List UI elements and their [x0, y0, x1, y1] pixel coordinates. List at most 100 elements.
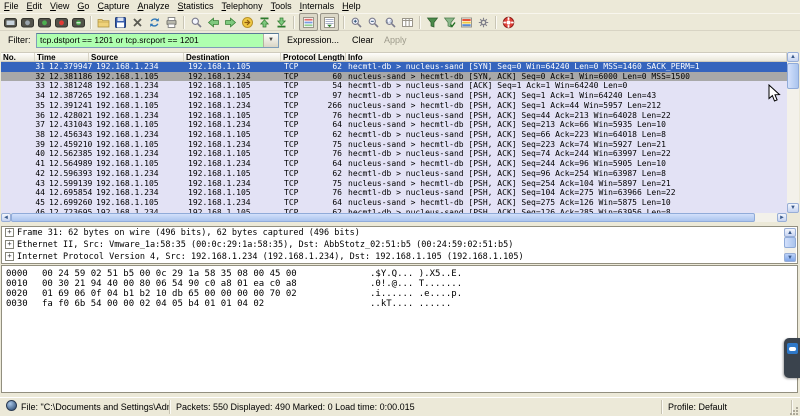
menu-telephony[interactable]: Telephony [218, 0, 267, 13]
capture-restart-icon[interactable] [71, 15, 86, 30]
scroll-left-icon[interactable]: ◄ [1, 213, 11, 222]
go-back-icon[interactable] [206, 15, 221, 30]
packet-details-pane[interactable]: +Frame 31: 62 bytes on wire (496 bits), … [1, 226, 798, 264]
filter-input[interactable]: tcp.dstport == 1201 or tcp.srcport == 12… [40, 35, 199, 45]
packet-row[interactable]: 4312.599139192.168.1.105192.168.1.234TCP… [1, 179, 787, 189]
go-top-icon[interactable] [257, 15, 272, 30]
packet-row[interactable]: 4112.564989192.168.1.105192.168.1.234TCP… [1, 159, 787, 169]
apply-button[interactable]: Apply [384, 35, 407, 45]
column-header-protocol[interactable]: Protocol [281, 53, 316, 61]
packet-list[interactable]: 3112.379947192.168.1.234192.168.1.105TCP… [1, 62, 787, 213]
go-forward-icon[interactable] [223, 15, 238, 30]
help-icon[interactable] [501, 15, 516, 30]
autoscroll-toggle-icon[interactable] [320, 13, 339, 31]
vertical-scroll-thumb[interactable] [787, 63, 799, 89]
column-header-time[interactable]: Time [35, 53, 89, 61]
packet-row[interactable]: 3612.428021192.168.1.234192.168.1.105TCP… [1, 111, 787, 121]
detail-line[interactable]: +Frame 31: 62 bytes on wire (496 bits), … [2, 227, 797, 239]
column-header-source[interactable]: Source [89, 53, 184, 61]
expander-plus-icon[interactable]: + [5, 252, 14, 261]
packet-list-vertical-scrollbar[interactable]: ▲ ▼ [787, 52, 799, 213]
menu-internals[interactable]: Internals [296, 0, 339, 13]
packet-row[interactable]: 3712.431043192.168.1.105192.168.1.234TCP… [1, 120, 787, 130]
packet-row[interactable]: 3212.381186192.168.1.105192.168.1.234TCP… [1, 72, 787, 82]
file-open-icon[interactable] [96, 15, 111, 30]
find-icon[interactable] [189, 15, 204, 30]
go-to-packet-icon[interactable] [240, 15, 255, 30]
display-filters-icon[interactable] [442, 15, 457, 30]
menu-edit[interactable]: Edit [23, 0, 47, 13]
zoom-out-icon[interactable] [366, 15, 381, 30]
menu-statistics[interactable]: Statistics [174, 0, 218, 13]
file-save-icon[interactable] [113, 15, 128, 30]
scroll-up-icon[interactable]: ▲ [784, 228, 796, 237]
detail-line[interactable]: +Internet Protocol Version 4, Src: 192.1… [2, 251, 797, 263]
expert-info-indicator[interactable] [6, 400, 17, 411]
interface-list-icon[interactable] [3, 15, 18, 30]
column-header-length[interactable]: Length [316, 53, 346, 61]
capture-stop-icon[interactable] [54, 15, 69, 30]
cell-time: 12.391241 [49, 101, 92, 111]
colorize-toggle-icon[interactable] [299, 13, 318, 31]
expander-plus-icon[interactable]: + [5, 240, 14, 249]
status-file-section[interactable]: File: "C:\Documents and Settings\Adminis… [2, 400, 170, 414]
menu-go[interactable]: Go [73, 0, 93, 13]
packet-row[interactable]: 3412.387265192.168.1.234192.168.1.105TCP… [1, 91, 787, 101]
packet-row[interactable]: 3812.456343192.168.1.234192.168.1.105TCP… [1, 130, 787, 140]
hex-line[interactable]: 000000 24 59 02 51 b5 00 0c 29 1a 58 35 … [2, 269, 797, 279]
hex-line[interactable]: 001000 30 21 94 40 00 80 06 54 90 c0 a8 … [2, 279, 797, 289]
scroll-down-icon[interactable]: ▼ [787, 203, 799, 213]
reload-icon[interactable] [147, 15, 162, 30]
filter-dropdown-arrow-icon[interactable]: ▼ [263, 34, 278, 47]
clear-button[interactable]: Clear [352, 35, 374, 45]
cell-proto: TCP [284, 130, 298, 140]
menu-help[interactable]: Help [338, 0, 365, 13]
menu-file[interactable]: File [0, 0, 23, 13]
scroll-right-icon[interactable]: ► [777, 213, 787, 222]
hex-offset: 0010 [2, 279, 42, 289]
resize-columns-icon[interactable] [400, 15, 415, 30]
scroll-up-icon[interactable]: ▲ [787, 52, 799, 62]
menu-tools[interactable]: Tools [267, 0, 296, 13]
scroll-down-icon[interactable]: ▼ [784, 253, 796, 262]
resize-grip-icon[interactable] [789, 406, 799, 416]
print-icon[interactable] [164, 15, 179, 30]
menu-analyze[interactable]: Analyze [133, 0, 173, 13]
packet-row[interactable]: 3112.379947192.168.1.234192.168.1.105TCP… [1, 62, 787, 72]
column-header-no[interactable]: No. [1, 53, 35, 61]
teamviewer-side-tab[interactable] [784, 338, 800, 378]
packet-row[interactable]: 4412.695854192.168.1.234192.168.1.105TCP… [1, 188, 787, 198]
details-scroll-thumb[interactable] [784, 237, 796, 248]
hex-line[interactable]: 0030fa f0 6b 54 00 00 02 04 05 b4 01 01 … [2, 299, 797, 309]
expander-plus-icon[interactable]: + [5, 228, 14, 237]
go-bottom-icon[interactable] [274, 15, 289, 30]
filter-combobox[interactable]: tcp.dstport == 1201 or tcp.srcport == 12… [36, 33, 279, 48]
hex-dump-pane[interactable]: 000000 24 59 02 51 b5 00 0c 29 1a 58 35 … [1, 265, 798, 393]
details-vertical-scrollbar[interactable]: ▲ ▼ [784, 228, 796, 262]
packet-row[interactable]: 3512.391241192.168.1.105192.168.1.234TCP… [1, 101, 787, 111]
packet-row[interactable]: 4512.699260192.168.1.105192.168.1.234TCP… [1, 198, 787, 208]
column-header-info[interactable]: Info [346, 53, 787, 61]
capture-filters-icon[interactable] [425, 15, 440, 30]
packet-list-horizontal-scrollbar[interactable]: ◄ ► [1, 213, 787, 222]
column-header-destination[interactable]: Destination [184, 53, 281, 61]
coloring-rules-icon[interactable] [459, 15, 474, 30]
file-close-icon[interactable] [130, 15, 145, 30]
preferences-icon[interactable] [476, 15, 491, 30]
cell-dst: 192.168.1.105 [188, 149, 251, 159]
horizontal-scroll-thumb[interactable] [11, 213, 755, 222]
packet-row[interactable]: 3912.459210192.168.1.105192.168.1.234TCP… [1, 140, 787, 150]
menu-view[interactable]: View [46, 0, 73, 13]
status-profile-section[interactable]: Profile: Default [664, 400, 792, 414]
expression-button[interactable]: Expression... [287, 35, 339, 45]
detail-line[interactable]: +Ethernet II, Src: Vmware_1a:58:35 (00:0… [2, 239, 797, 251]
packet-row[interactable]: 4012.562385192.168.1.234192.168.1.105TCP… [1, 149, 787, 159]
packet-row[interactable]: 3312.381248192.168.1.234192.168.1.105TCP… [1, 81, 787, 91]
zoom-in-icon[interactable] [349, 15, 364, 30]
menu-capture[interactable]: Capture [93, 0, 133, 13]
hex-line[interactable]: 002001 69 06 0f 04 b1 b2 10 db 65 00 00 … [2, 289, 797, 299]
zoom-100-icon[interactable]: 1:1 [383, 15, 398, 30]
packet-row[interactable]: 4212.596393192.168.1.234192.168.1.105TCP… [1, 169, 787, 179]
capture-start-icon[interactable] [37, 15, 52, 30]
capture-options-icon[interactable] [20, 15, 35, 30]
